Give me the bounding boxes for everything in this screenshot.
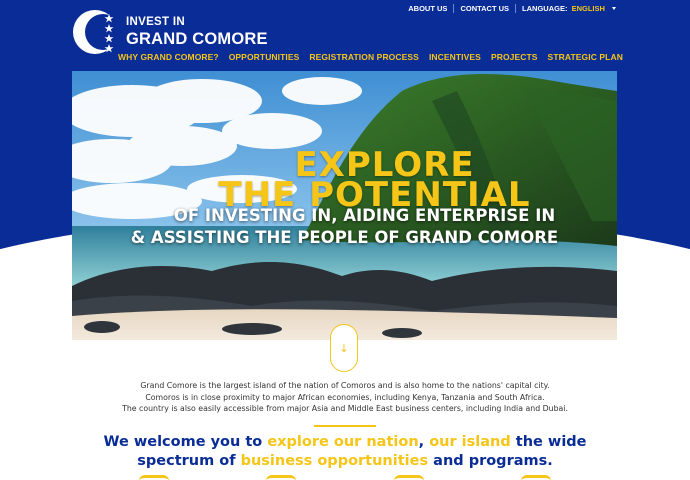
about-us-link[interactable]: ABOUT US (402, 4, 453, 13)
brand-name: INVEST IN GRAND COMORE (126, 16, 268, 48)
scroll-down-button[interactable]: ↓ (330, 324, 358, 372)
feature-icon (393, 475, 424, 480)
language-value: ENGLISH (571, 3, 605, 13)
welcome-text: the wide (510, 434, 587, 450)
arrow-down-icon: ↓ (339, 341, 349, 355)
section-divider (314, 425, 376, 427)
welcome-heading: We welcome you to explore our nation, ou… (40, 433, 650, 471)
nav-why-grand-comore[interactable]: WHY GRAND COMORE? (118, 52, 219, 62)
nav-incentives[interactable]: INCENTIVES (429, 52, 481, 62)
intro-line-2: Comoros is in close proximity to major A… (145, 392, 545, 402)
feature-icon (521, 475, 552, 480)
welcome-text: and programs. (428, 453, 553, 469)
hero-subtitle-line-1: OF INVESTING IN, AIDING ENTERPRISE IN (173, 206, 556, 225)
welcome-highlight: explore our nation (267, 434, 419, 450)
hero-banner: EXPLORE THE POTENTIAL OF INVESTING IN, A… (72, 71, 617, 340)
nav-opportunities[interactable]: OPPORTUNITIES (229, 52, 300, 62)
welcome-line-2: spectrum of business opportunities and p… (40, 452, 650, 471)
welcome-highlight: business opportunities (240, 453, 429, 469)
nav-projects[interactable]: PROJECTS (491, 52, 538, 62)
language-selector[interactable]: LANGUAGE: ENGLISH (516, 4, 616, 13)
feature-icon (266, 475, 297, 480)
utility-nav: ABOUT US CONTACT US LANGUAGE: ENGLISH (402, 2, 616, 14)
welcome-text: We welcome you to (103, 434, 268, 450)
crescent-stars-logo-icon (72, 7, 122, 57)
welcome-text: spectrum of (137, 453, 241, 469)
contact-us-link[interactable]: CONTACT US (454, 4, 515, 13)
welcome-line-1: We welcome you to explore our nation, ou… (40, 433, 650, 452)
brand-line-1: INVEST IN (126, 16, 185, 28)
main-nav: WHY GRAND COMORE? OPPORTUNITIES REGISTRA… (118, 50, 623, 64)
language-label: LANGUAGE: (522, 3, 568, 13)
nav-strategic-plan[interactable]: STRATEGIC PLAN (548, 52, 623, 62)
nav-registration-process[interactable]: REGISTRATION PROCESS (309, 52, 419, 62)
intro-line-3: The country is also easily accessible fr… (122, 404, 568, 413)
welcome-text: , (418, 434, 430, 450)
feature-icon (138, 475, 169, 480)
hero-subtitle-line-2: & ASSISTING THE PEOPLE OF GRAND COMORE (130, 228, 559, 247)
welcome-highlight: our island (429, 434, 511, 450)
feature-icons-row-partial (90, 475, 600, 480)
hero-heading: EXPLORE THE POTENTIAL OF INVESTING IN, A… (72, 71, 617, 340)
brand-line-2: GRAND COMORE (126, 29, 268, 48)
intro-text: Grand Comore is the largest island of th… (60, 380, 630, 415)
intro-line-1: Grand Comore is the largest island of th… (140, 381, 550, 390)
chevron-down-icon (612, 7, 616, 11)
